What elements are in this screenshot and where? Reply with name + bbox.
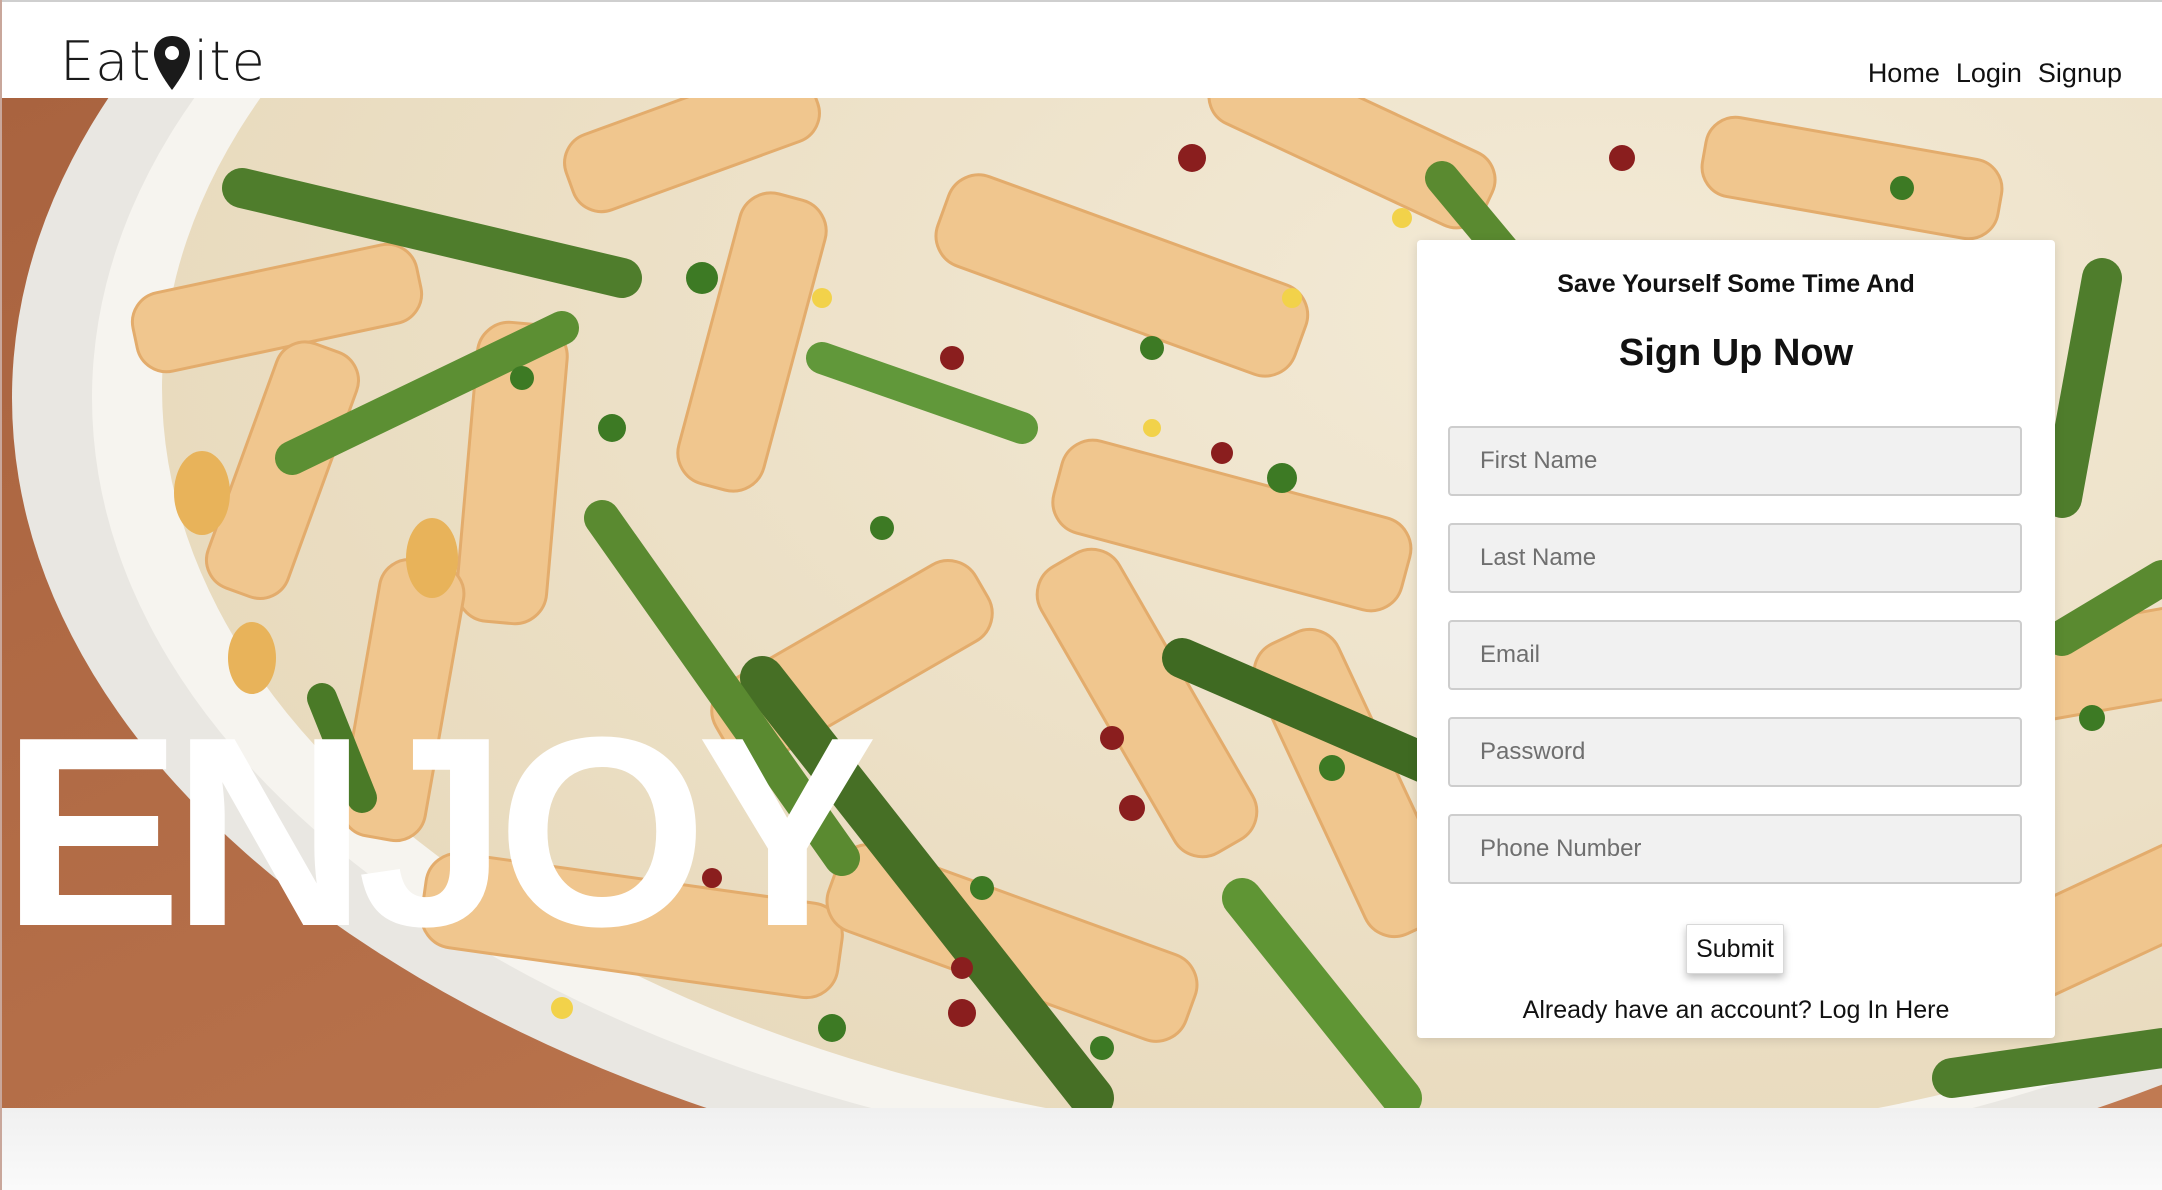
phone-number-input[interactable] — [1448, 814, 2022, 884]
signup-card: Save Yourself Some Time And Sign Up Now … — [1417, 240, 2055, 1038]
signup-subtitle: Save Yourself Some Time And — [1557, 270, 1915, 298]
nav-login-link[interactable]: Login — [1956, 58, 2022, 89]
password-input[interactable] — [1448, 717, 2022, 787]
site-logo[interactable]: Eat ite — [60, 26, 266, 96]
logo-text-end: ite — [193, 29, 266, 93]
nav-signup-link[interactable]: Signup — [2038, 58, 2122, 89]
nav-home-link[interactable]: Home — [1868, 58, 1940, 89]
logo-text-start: Eat — [60, 29, 152, 93]
hero-headline: ENJOY — [2, 682, 877, 983]
submit-button[interactable]: Submit — [1686, 924, 1784, 974]
login-prompt-line: Already have an account? Log In Here — [1417, 996, 2055, 1025]
login-here-link[interactable]: Log In Here — [1819, 996, 1950, 1024]
main-nav: Home Login Signup — [1868, 58, 2122, 89]
site-header: Eat ite Home Login Signup — [2, 2, 2162, 98]
first-name-input[interactable] — [1448, 426, 2022, 496]
hero-section: ENJOY Save Yourself Some Time And Sign U… — [2, 98, 2162, 1108]
page-footer — [2, 1108, 2162, 1190]
login-prompt-text: Already have an account? — [1522, 996, 1812, 1024]
last-name-input[interactable] — [1448, 523, 2022, 593]
email-input[interactable] — [1448, 620, 2022, 690]
signup-title: Sign Up Now — [1618, 332, 1854, 374]
map-pin-icon — [152, 34, 192, 92]
